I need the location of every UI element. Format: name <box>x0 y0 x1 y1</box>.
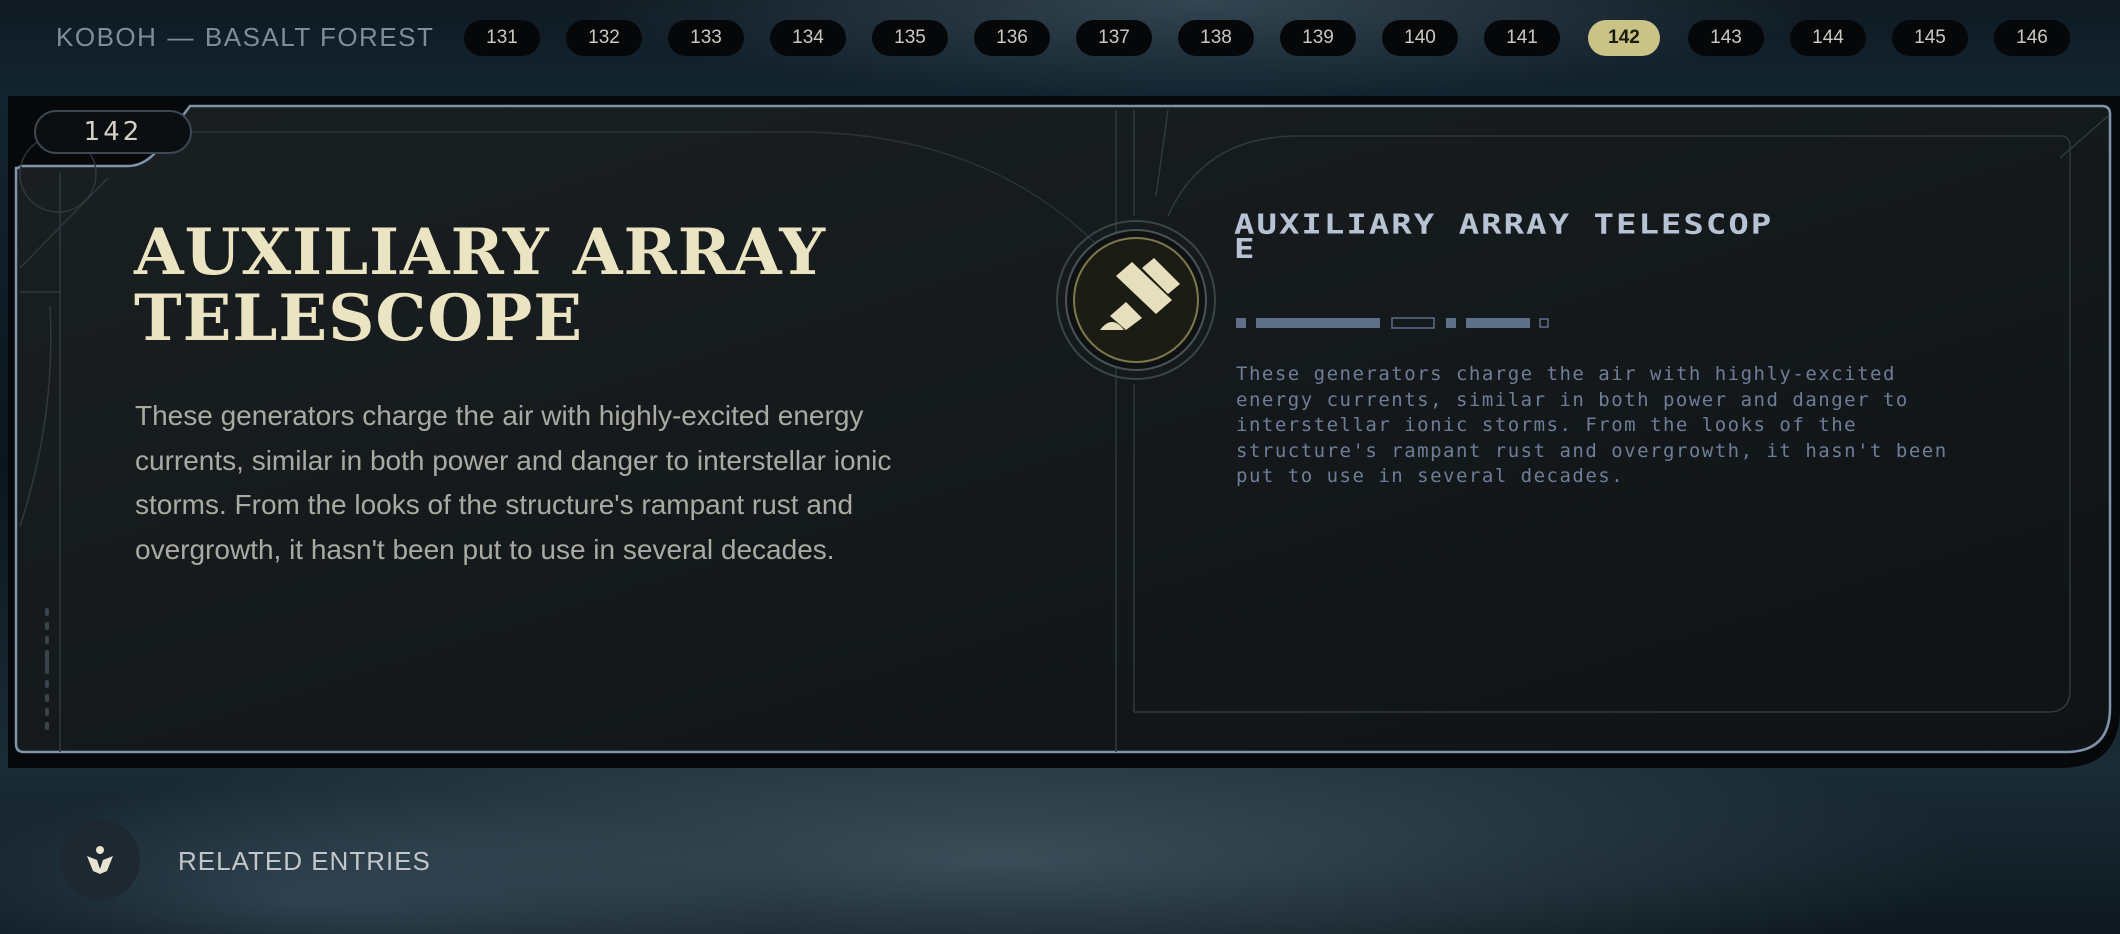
page-tab-141[interactable]: 141 <box>1484 20 1560 56</box>
page-tab-134[interactable]: 134 <box>770 20 846 56</box>
page-tab-139[interactable]: 139 <box>1280 20 1356 56</box>
page-tab-143[interactable]: 143 <box>1688 20 1764 56</box>
page-tab-135[interactable]: 135 <box>872 20 948 56</box>
page-tab-140[interactable]: 140 <box>1382 20 1458 56</box>
entry-number-badge: 142 <box>34 110 192 154</box>
entry-title: AUXILIARY ARRAY TELESCOPE <box>134 215 827 356</box>
entry-description: These generators charge the air with hig… <box>135 400 892 565</box>
planet-name: KOBOH <box>56 22 158 52</box>
databank-emblem-icon <box>1056 220 1216 380</box>
page-tab-138[interactable]: 138 <box>1178 20 1254 56</box>
page-tab-146[interactable]: 146 <box>1994 20 2070 56</box>
related-entries-label: RELATED ENTRIES <box>178 846 431 876</box>
breadcrumb-separator: — <box>167 22 195 52</box>
page-tab-144[interactable]: 144 <box>1790 20 1866 56</box>
decorative-progress-bars <box>1236 317 1549 329</box>
page-tab-133[interactable]: 133 <box>668 20 744 56</box>
region-name: BASALT FOREST <box>204 22 435 52</box>
location-breadcrumb: KOBOH — BASALT FOREST <box>56 22 434 53</box>
aurebesh-title: AUXILIARY ARRAY TELESCOPE <box>1234 207 1774 266</box>
related-entries-button[interactable] <box>60 820 140 900</box>
page-tab-145[interactable]: 145 <box>1892 20 1968 56</box>
side-scroll-ticks <box>45 608 49 730</box>
aurebesh-description: These generators charge the air with hig… <box>1236 363 1948 487</box>
related-entries-icon <box>87 846 113 874</box>
page-tab-136[interactable]: 136 <box>974 20 1050 56</box>
page-tab-131[interactable]: 131 <box>464 20 540 56</box>
page-tab-132[interactable]: 132 <box>566 20 642 56</box>
page-tab-142[interactable]: 142 <box>1588 20 1660 56</box>
page-tab-137[interactable]: 137 <box>1076 20 1152 56</box>
top-bar: KOBOH — BASALT FOREST 131 132 133 134 135 136 13… <box>0 0 2120 76</box>
databank-entry-panel: 142 AUXILIARY ARRAY TELESCOPE These gene… <box>8 96 2120 768</box>
